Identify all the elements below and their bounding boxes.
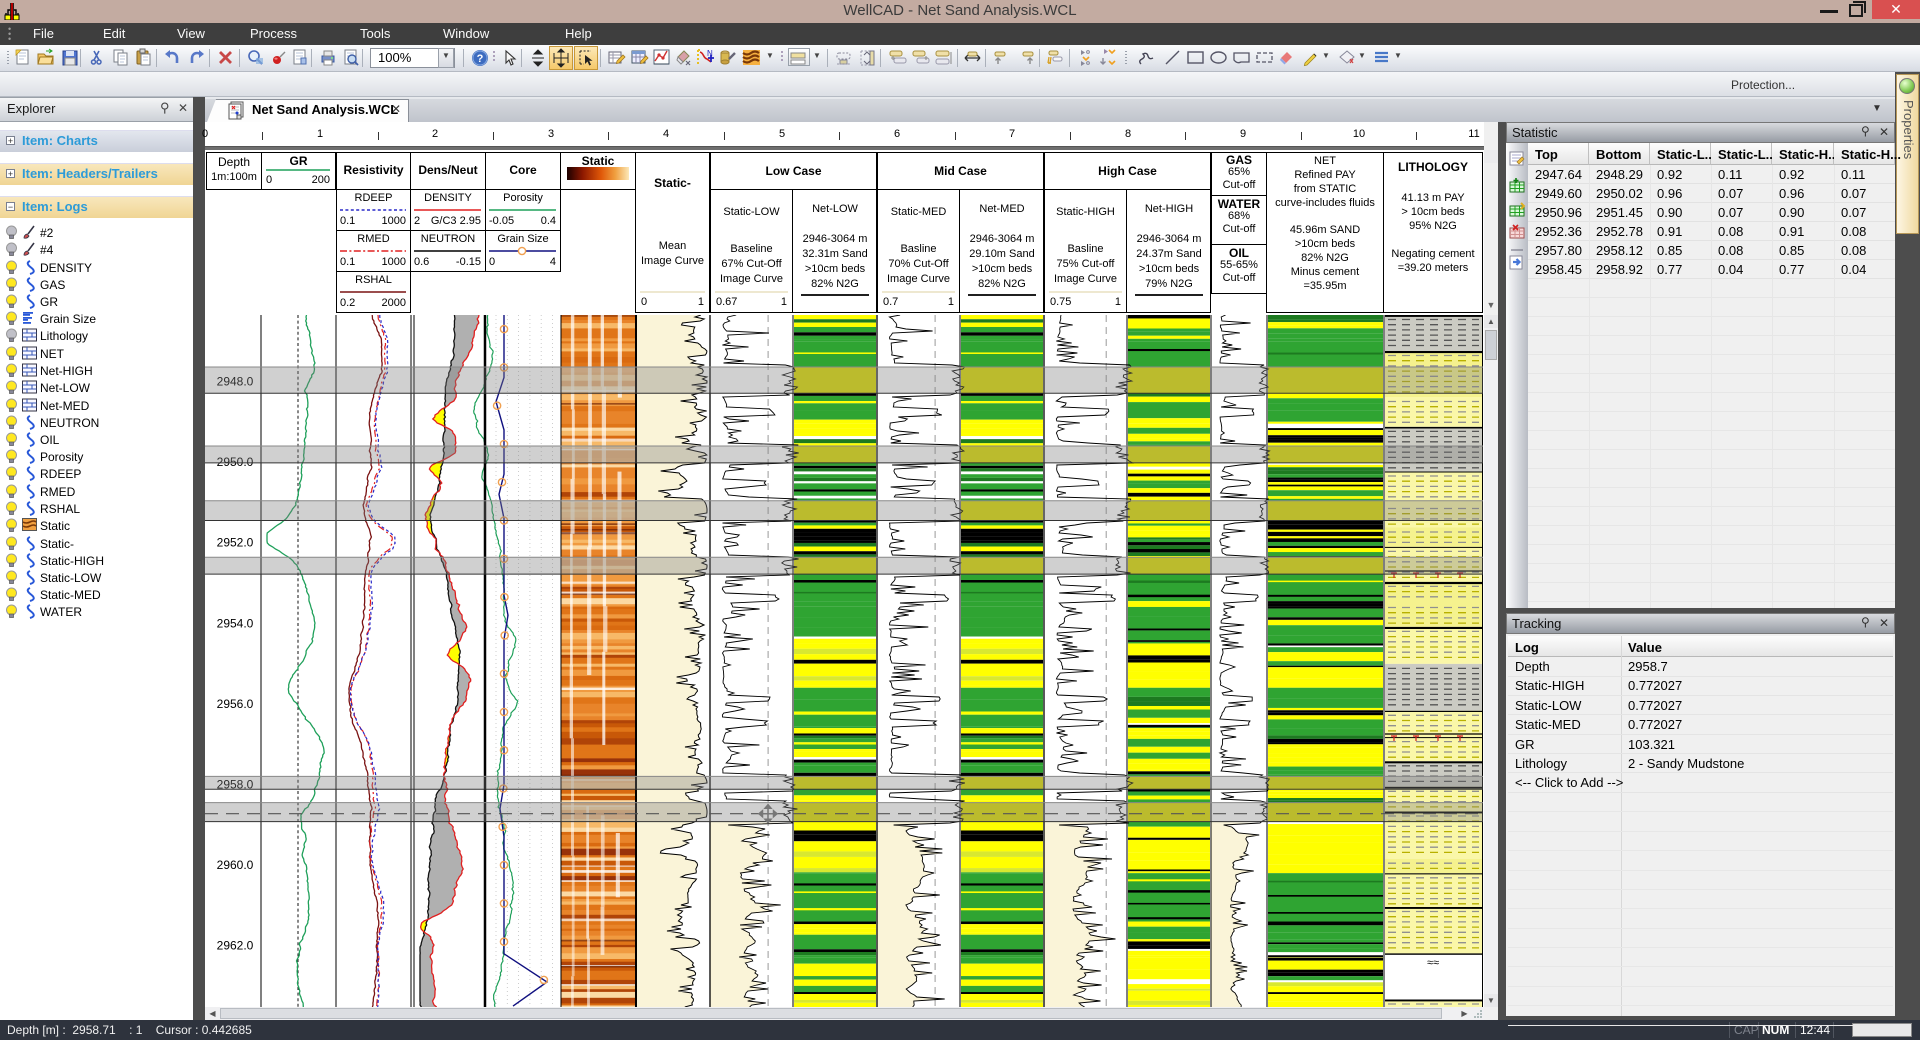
svg-text:2960.0: 2960.0 bbox=[217, 858, 254, 872]
svg-text:2956.0: 2956.0 bbox=[217, 697, 254, 711]
svg-text:N: N bbox=[707, 49, 713, 58]
svg-text:2952.0: 2952.0 bbox=[217, 536, 254, 550]
svg-text:?: ? bbox=[477, 53, 484, 65]
svg-text:2962.0: 2962.0 bbox=[217, 939, 254, 953]
svg-text:≈≈: ≈≈ bbox=[1427, 957, 1439, 969]
svg-text:2954.0: 2954.0 bbox=[217, 616, 254, 630]
